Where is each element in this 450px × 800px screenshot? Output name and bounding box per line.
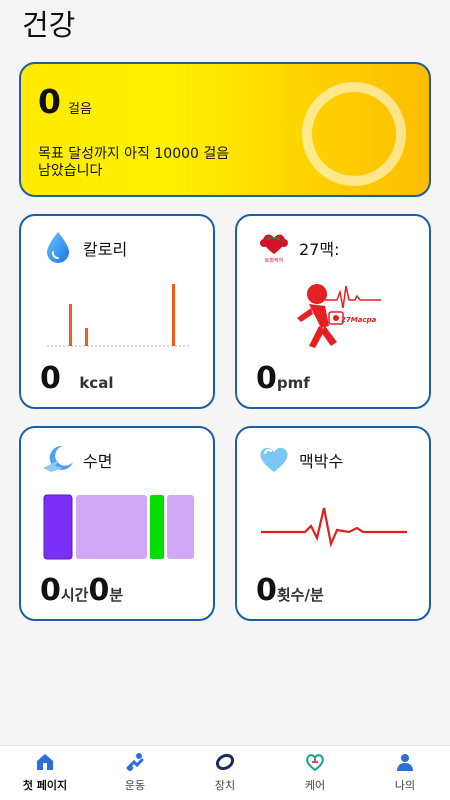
care-icon <box>306 754 324 772</box>
pulse27-value: 0 <box>256 361 277 396</box>
svg-text:토혈케어: 토혈케어 <box>265 257 283 264</box>
steps-unit: 걸음 <box>68 102 92 117</box>
calorie-bar-chart <box>47 284 189 347</box>
calorie-bar <box>69 304 72 346</box>
tab-me[interactable]: 나의 <box>360 746 450 800</box>
steps-goal-message: 목표 달성까지 아직 10000 걸음 남았습니다 <box>38 146 230 179</box>
heart-rate-unit: 횟수/분 <box>276 586 324 604</box>
sleep-card[interactable]: 수면 0시간0분 <box>19 426 215 621</box>
heart-rate-value: 0 <box>256 573 277 608</box>
calorie-card[interactable]: 칼로리 0 kcal <box>19 214 215 409</box>
tab-device[interactable]: 장치 <box>180 746 270 800</box>
calorie-title: 칼로리 <box>83 240 128 259</box>
tab-home[interactable]: 첫 페이지 <box>0 746 90 800</box>
pulse27-value-row: 0pmf <box>256 361 310 396</box>
home-icon <box>37 754 53 770</box>
pulse27-card[interactable]: 토혈케어 27맥: 27Macpa 0pmf <box>235 214 431 409</box>
sleep-value-row: 0시간0분 <box>40 573 123 608</box>
sleep-stage-light <box>76 495 147 559</box>
heart-rate-value-row: 0횟수/분 <box>256 573 324 608</box>
pulse27-logo-icon: 토혈케어 <box>260 234 288 264</box>
sleep-minutes-unit: 분 <box>109 586 124 604</box>
calorie-bar <box>172 284 175 346</box>
pulse27-figure: 27Macpa <box>297 284 381 348</box>
steps-count: 0 <box>38 82 61 121</box>
person-icon <box>397 754 413 771</box>
pulse27-title: 27맥: <box>299 240 340 259</box>
calorie-value: 0 <box>40 361 61 396</box>
sleep-minutes: 0 <box>88 573 110 608</box>
calorie-bar <box>85 328 88 346</box>
sleep-title: 수면 <box>83 452 113 471</box>
exercise-icon <box>126 753 144 771</box>
sleep-hours-unit: 시간 <box>60 586 89 604</box>
steps-card[interactable]: 0 걸음 목표 달성까지 아직 10000 걸음 남았습니다 <box>19 62 431 197</box>
sleep-stage-deep <box>43 494 73 560</box>
tab-exercise-label: 운동 <box>124 779 146 792</box>
sleep-hours: 0 <box>40 573 61 608</box>
calorie-unit: kcal <box>79 374 114 392</box>
tab-care-label: 케어 <box>304 779 326 792</box>
bottom-tab-bar: 첫 페이지 운동 장치 케어 나의 <box>0 745 450 800</box>
sleep-stage-light <box>167 495 194 559</box>
steps-progress-ring <box>302 82 406 186</box>
device-icon <box>215 753 235 771</box>
sleep-stage-chart <box>43 494 194 560</box>
heart-rate-title: 맥박수 <box>299 452 344 471</box>
heart-rate-ecg <box>261 507 407 548</box>
svg-text:27Macpa: 27Macpa <box>341 316 377 324</box>
tab-me-label: 나의 <box>394 779 416 792</box>
tab-home-label: 첫 페이지 <box>22 779 68 792</box>
water-drop-icon <box>47 232 69 263</box>
page-title: 건강 <box>22 8 76 42</box>
calorie-value-row: 0 kcal <box>40 361 113 396</box>
moon-plane-icon <box>43 445 73 472</box>
tab-exercise[interactable]: 운동 <box>90 746 180 800</box>
heart-rate-card[interactable]: 맥박수 0횟수/분 <box>235 426 431 621</box>
heart-icon <box>260 447 288 472</box>
tab-device-label: 장치 <box>214 779 236 792</box>
pulse27-unit: pmf <box>276 374 310 392</box>
tab-care[interactable]: 케어 <box>270 746 360 800</box>
sleep-stage-awake <box>150 495 164 559</box>
